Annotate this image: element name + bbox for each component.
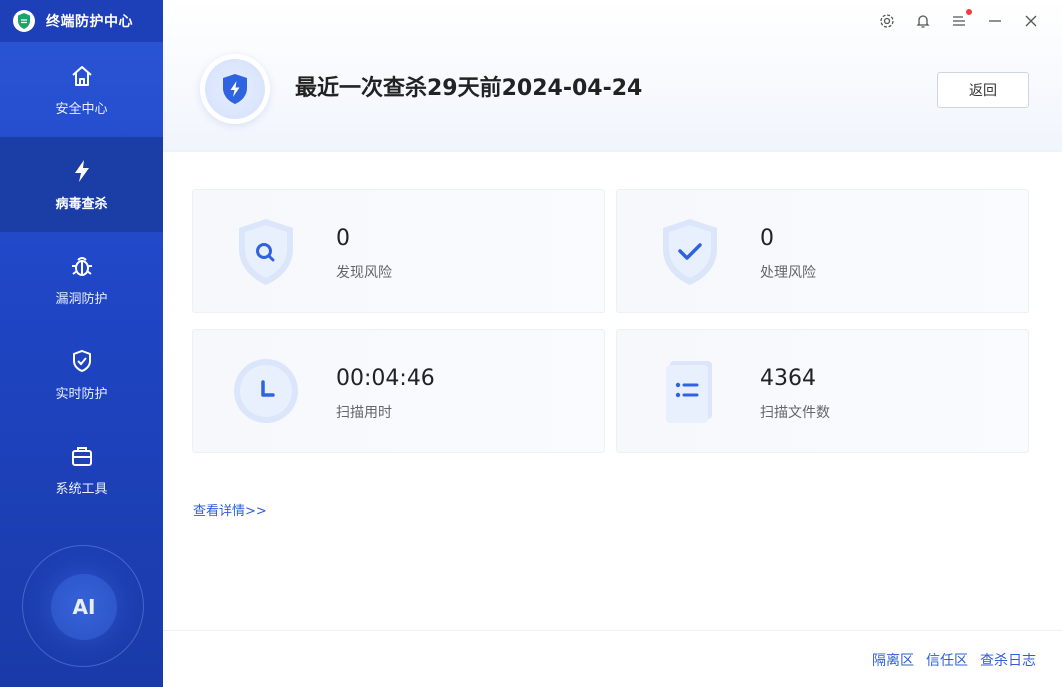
- shield-check-icon: [68, 347, 96, 375]
- stat-value: 00:04:46: [336, 366, 435, 391]
- scan-status-inner: [205, 59, 265, 119]
- bug-icon: [68, 252, 96, 280]
- stat-value: 4364: [760, 366, 816, 391]
- scan-log-link[interactable]: 查杀日志: [980, 650, 1036, 670]
- stat-card-scan-time: 00:04:46 扫描用时: [192, 329, 605, 453]
- sidebar-item-system-tools[interactable]: 系统工具: [0, 422, 163, 517]
- sidebar-item-label: 漏洞防护: [55, 292, 108, 307]
- clock-icon: [234, 359, 298, 423]
- notification-dot: [966, 9, 972, 15]
- home-icon: [68, 62, 96, 90]
- stat-card-risks-handled: 0 处理风险: [616, 189, 1029, 313]
- minimize-icon[interactable]: [986, 10, 1004, 32]
- sidebar-item-virus-scan[interactable]: 病毒查杀: [0, 137, 163, 232]
- stat-value: 0: [336, 226, 350, 251]
- sidebar-item-realtime[interactable]: 实时防护: [0, 327, 163, 422]
- sidebar-item-label: 病毒查杀: [55, 197, 108, 212]
- shield-check-icon: [663, 219, 717, 285]
- last-scan-title: 最近一次查杀29天前2024-04-24: [295, 76, 643, 101]
- footer-links: 隔离区 信任区 查杀日志: [872, 650, 1036, 670]
- header: 最近一次查杀29天前2024-04-24 返回: [163, 0, 1062, 152]
- stat-label: 扫描用时: [336, 405, 392, 421]
- stat-card-risks-found: 0 发现风险: [192, 189, 605, 313]
- sidebar-item-vulnerability[interactable]: 漏洞防护: [0, 232, 163, 327]
- ai-badge-label: AI: [51, 574, 117, 640]
- footer-divider: [163, 630, 1062, 631]
- sidebar: 终端防护中心 安全中心 病毒查杀 漏洞防护 实时防护 系统工具 AI: [0, 0, 163, 687]
- sidebar-item-label: 安全中心: [55, 102, 108, 117]
- sidebar-item-label: 实时防护: [55, 387, 108, 402]
- menu-icon[interactable]: [950, 9, 972, 32]
- stat-label: 扫描文件数: [760, 405, 830, 421]
- lightning-icon: [68, 157, 96, 185]
- app-logo-icon: [13, 10, 35, 32]
- scan-status-badge: [200, 54, 270, 124]
- stat-card-files-scanned: 4364 扫描文件数: [616, 329, 1029, 453]
- settings-gear-icon[interactable]: [878, 10, 896, 32]
- app-title: 终端防护中心: [46, 14, 133, 30]
- ai-badge: AI: [22, 545, 144, 667]
- toolbox-icon: [68, 442, 96, 470]
- brand-header: 终端防护中心: [0, 0, 163, 42]
- stat-label: 发现风险: [336, 265, 392, 281]
- window-controls: [878, 9, 1040, 32]
- file-list-icon: [666, 361, 712, 423]
- shield-search-icon: [239, 219, 293, 285]
- view-details-link[interactable]: 查看详情>>: [193, 500, 267, 519]
- notification-bell-icon[interactable]: [914, 10, 932, 32]
- back-button[interactable]: 返回: [937, 72, 1029, 108]
- shield-lightning-icon: [223, 74, 247, 104]
- stat-label: 处理风险: [760, 265, 816, 281]
- sidebar-item-label: 系统工具: [55, 482, 108, 497]
- close-icon[interactable]: [1022, 10, 1040, 32]
- trust-zone-link[interactable]: 信任区: [926, 650, 968, 670]
- sidebar-item-security-center[interactable]: 安全中心: [0, 42, 163, 137]
- quarantine-link[interactable]: 隔离区: [872, 650, 914, 670]
- stat-value: 0: [760, 226, 774, 251]
